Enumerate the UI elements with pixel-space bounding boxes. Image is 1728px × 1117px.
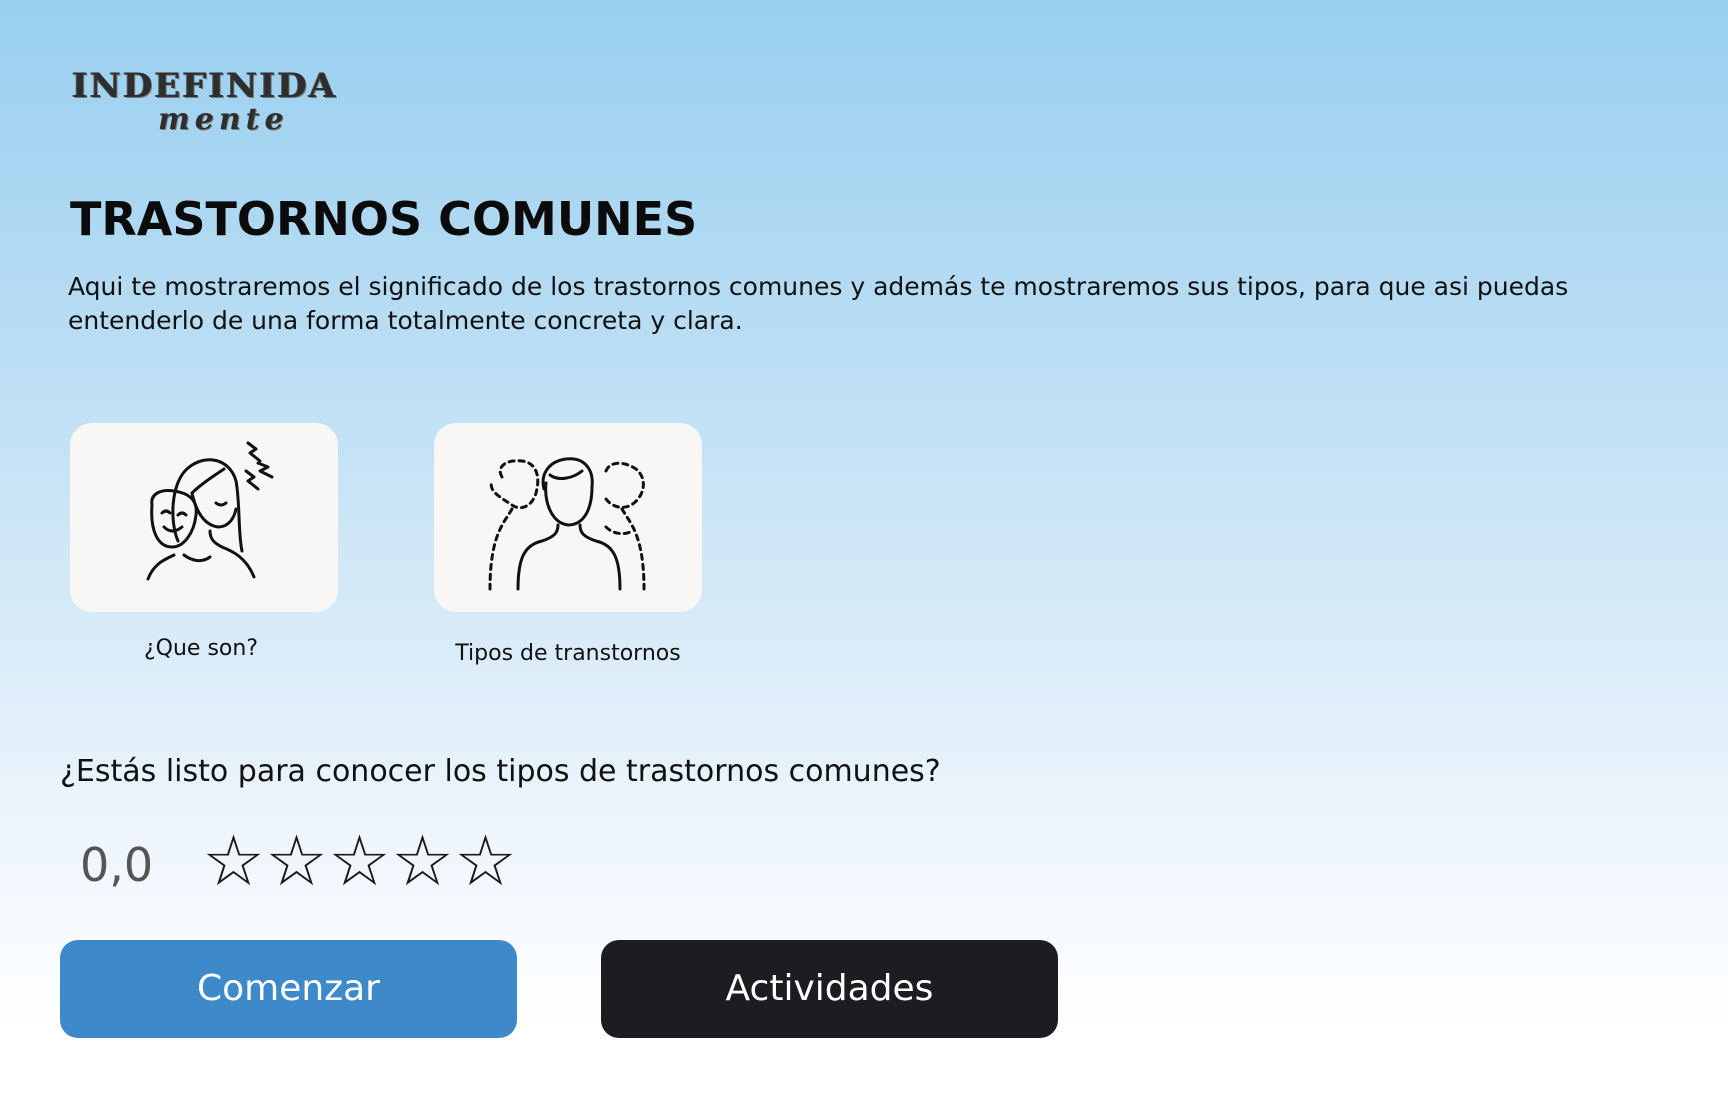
card-label-tipos-de-transtornos: Tipos de transtornos	[455, 641, 681, 666]
card-tipos-de-transtornos[interactable]	[434, 423, 702, 612]
star-icon[interactable]: ☆	[265, 826, 328, 896]
star-icon[interactable]: ☆	[328, 826, 391, 896]
intro-text: Aqui te mostraremos el significado de lo…	[68, 272, 1569, 335]
star-icon[interactable]: ☆	[391, 826, 454, 896]
rating-value: 0,0	[80, 838, 154, 892]
star-rating[interactable]: ☆ ☆ ☆ ☆ ☆	[202, 826, 517, 896]
page-title: TRASTORNOS COMUNES	[70, 192, 698, 246]
star-icon[interactable]: ☆	[202, 826, 265, 896]
card-label-que-son: ¿Que son?	[143, 636, 258, 661]
logo-text-line2: mente	[158, 102, 289, 137]
logo-text-line1: INDEFINIDA	[72, 66, 338, 106]
card-que-son[interactable]	[70, 423, 338, 612]
question-text: ¿Estás listo para conocer los tipos de t…	[60, 754, 941, 789]
multiple-personalities-icon	[488, 457, 646, 591]
mask-stress-icon	[146, 441, 274, 581]
comenzar-button[interactable]: Comenzar	[60, 940, 517, 1038]
logo[interactable]: INDEFINIDA mente	[72, 66, 362, 140]
star-icon[interactable]: ☆	[454, 826, 517, 896]
actividades-button[interactable]: Actividades	[601, 940, 1058, 1038]
